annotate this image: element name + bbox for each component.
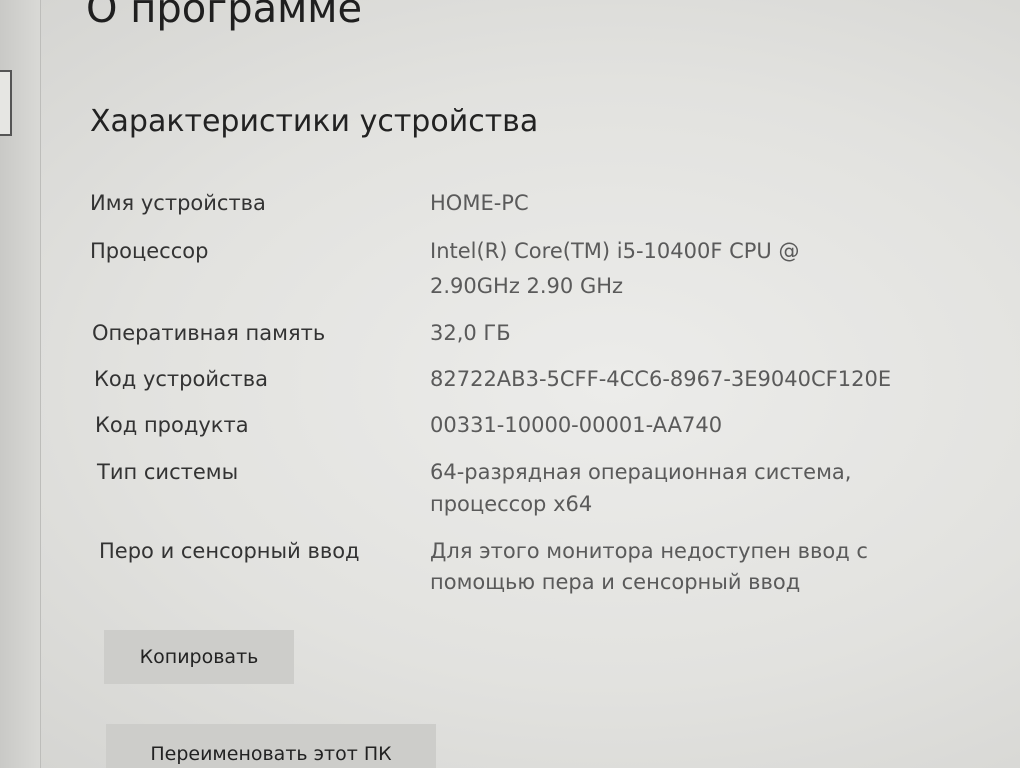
spec-label-device-name: Имя устройства <box>90 191 266 215</box>
spec-label-ram: Оперативная память <box>92 321 326 345</box>
device-specs-heading: Характеристики устройства <box>90 104 539 139</box>
rename-pc-button[interactable]: Переименовать этот ПК <box>106 724 436 768</box>
spec-label-pen-touch: Перо и сенсорный ввод <box>99 539 360 563</box>
spec-label-product-id: Код продукта <box>95 413 249 437</box>
spec-value-device-id: 82722AB3-5CFF-4CC6-8967-3E9040CF120E <box>430 367 892 391</box>
spec-value-ram: 32,0 ГБ <box>430 321 511 345</box>
settings-nav-strip <box>0 0 41 768</box>
spec-label-system-type: Тип системы <box>97 460 239 484</box>
copy-button[interactable]: Копировать <box>104 630 294 684</box>
spec-value-pen-touch-line1: Для этого монитора недоступен ввод с <box>430 539 868 563</box>
spec-value-system-type-line2: процессор x64 <box>430 492 593 516</box>
spec-value-device-name: HOME-PC <box>430 191 529 215</box>
nav-item-frame[interactable] <box>0 70 12 136</box>
page-title: О программе <box>86 0 363 32</box>
spec-value-system-type-line1: 64-разрядная операционная система, <box>430 460 852 484</box>
spec-value-processor-line1: Intel(R) Core(TM) i5-10400F CPU @ <box>430 239 800 263</box>
spec-value-product-id: 00331-10000-00001-AA740 <box>430 413 723 437</box>
spec-value-processor-line2: 2.90GHz 2.90 GHz <box>430 274 624 298</box>
spec-label-device-id: Код устройства <box>94 367 269 391</box>
spec-label-processor: Процессор <box>90 239 209 263</box>
spec-value-pen-touch-line2: помощью пера и сенсорный ввод <box>430 570 801 594</box>
